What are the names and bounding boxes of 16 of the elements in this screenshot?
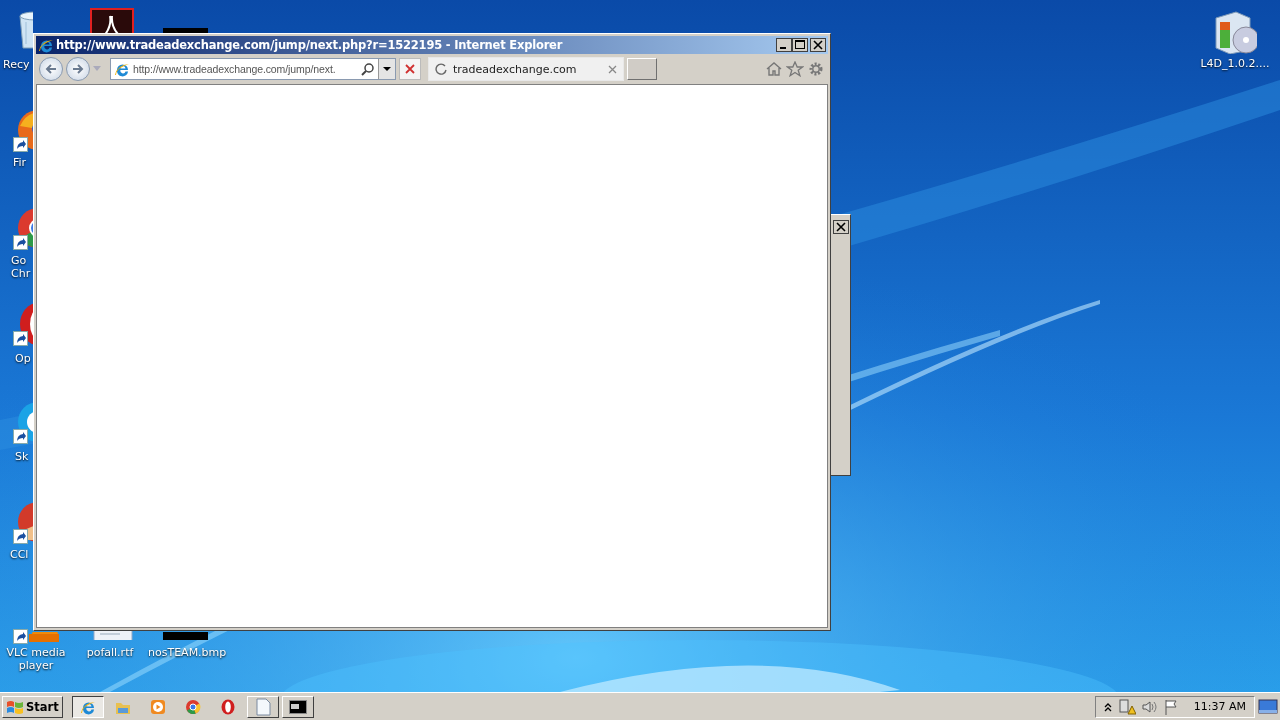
address-text: http://www.tradeadexchange.com/jump/next. — [133, 63, 337, 75]
icon-label: Fir — [13, 156, 28, 169]
icon-label: Go Chr — [11, 254, 32, 280]
clock[interactable]: 11:37 AM — [1193, 700, 1246, 713]
icon-label: nosTEAM.bmp — [148, 646, 224, 659]
icon-label: pofall.rtf — [85, 646, 135, 659]
icon-label: VLC media player — [5, 646, 67, 672]
address-field[interactable]: http://www.tradeadexchange.com/jump/next. — [110, 58, 396, 80]
window-title: http://www.tradeadexchange.com/jump/next.php?r=1522195 - Internet Explorer — [56, 38, 564, 52]
icon-label: Sk — [15, 450, 30, 463]
icon-label: CCl — [10, 548, 30, 561]
icon-label: L4D_1.0.2.... — [1199, 57, 1271, 70]
icon-label: Op — [15, 352, 32, 365]
browser-tab[interactable]: tradeadexchange.com — [428, 57, 624, 81]
icon-label: Recy — [3, 58, 31, 71]
start-button[interactable]: Start — [2, 695, 63, 718]
